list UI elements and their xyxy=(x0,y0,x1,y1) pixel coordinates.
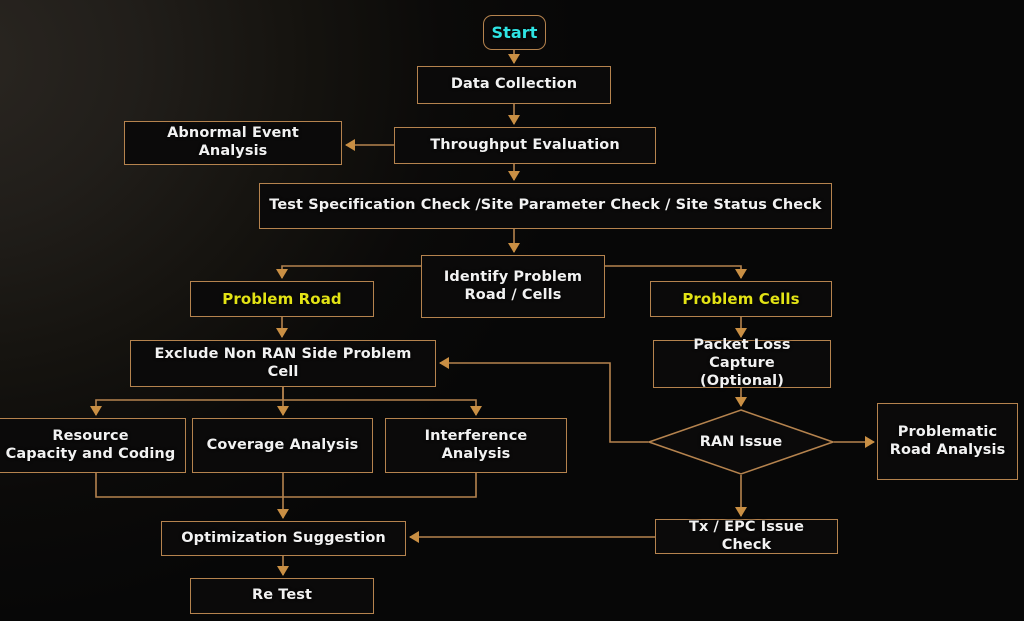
arrowhead-data-to-throughput xyxy=(508,115,520,125)
edge-identify-to-problemroad xyxy=(281,265,421,278)
node-label-packetloss: Packet Loss Capture (Optional) xyxy=(693,337,791,389)
node-resource[interactable]: Resource Capacity and Coding xyxy=(0,418,186,473)
flowchart-canvas: Start Data Collection Throughput Evaluatio… xyxy=(0,0,1024,621)
edge-identify-to-problemcells xyxy=(605,265,742,278)
node-ranissue[interactable]: RAN Issue xyxy=(648,409,834,475)
node-txepc[interactable]: Tx / EPC Issue Check xyxy=(655,519,838,554)
arrowhead-exclude-to-resource xyxy=(90,406,102,416)
node-abnormal[interactable]: Abnormal Event Analysis xyxy=(124,121,342,165)
node-label-txepc: Tx / EPC Issue Check xyxy=(688,518,805,553)
arrowhead-ranissue-to-txepc xyxy=(735,507,747,517)
node-label-start: Start xyxy=(491,22,538,42)
arrowhead-exclude-to-interference xyxy=(470,406,482,416)
node-packetloss[interactable]: Packet Loss Capture (Optional) xyxy=(653,337,831,389)
arrowhead-speccheck-to-identify xyxy=(508,243,520,253)
node-label-problemroad: Problem Road xyxy=(222,289,342,308)
arrowhead-start-to-data xyxy=(508,54,520,64)
arrowhead-txepc-to-optimization xyxy=(409,531,419,543)
node-label-throughput: Throughput Evaluation xyxy=(430,136,620,153)
edge-exclude-to-interference xyxy=(283,399,477,415)
edge-exclude-to-resource xyxy=(95,387,284,415)
arrowhead-exclude-to-coverage xyxy=(277,406,289,416)
node-identify[interactable]: Identify Problem Road / Cells xyxy=(421,255,605,318)
node-label-exclude: Exclude Non RAN Side Problem Cell xyxy=(154,345,412,380)
diamond-shape-ranissue xyxy=(648,409,834,475)
arrowhead-identify-to-problemcells xyxy=(735,269,747,279)
arrowhead-coverage-to-optimization xyxy=(277,509,289,519)
node-speccheck[interactable]: Test Specification Check /Site Parameter… xyxy=(259,183,832,229)
node-label-problematic: Problematic Road Analysis xyxy=(889,423,1006,458)
arrowhead-problemroad-to-exclude xyxy=(276,328,288,338)
node-start[interactable]: Start xyxy=(483,15,546,50)
node-label-optimization: Optimization Suggestion xyxy=(181,529,386,546)
node-problemroad[interactable]: Problem Road xyxy=(190,281,374,317)
arrowhead-packetloss-to-ranissue xyxy=(735,397,747,407)
node-label-problemcells: Problem Cells xyxy=(682,289,800,308)
node-label-data: Data Collection xyxy=(450,76,578,93)
arrowhead-ranissue-to-exclude xyxy=(439,357,449,369)
arrowhead-ranissue-to-problematic xyxy=(865,436,875,448)
node-problematic[interactable]: Problematic Road Analysis xyxy=(877,403,1018,480)
node-coverage[interactable]: Coverage Analysis xyxy=(192,418,373,473)
node-label-abnormal: Abnormal Event Analysis xyxy=(167,125,299,159)
edge-resource-to-merge xyxy=(95,473,283,498)
node-label-speccheck: Test Specification Check /Site Parameter… xyxy=(269,197,822,214)
node-problemcells[interactable]: Problem Cells xyxy=(650,281,832,317)
arrowhead-optimization-to-retest xyxy=(277,566,289,576)
node-exclude[interactable]: Exclude Non RAN Side Problem Cell xyxy=(130,340,436,387)
node-retest[interactable]: Re Test xyxy=(190,578,374,614)
node-data[interactable]: Data Collection xyxy=(417,66,611,104)
node-interference[interactable]: Interference Analysis xyxy=(385,418,567,473)
node-label-interference: Interference Analysis xyxy=(424,427,528,462)
node-optimization[interactable]: Optimization Suggestion xyxy=(161,521,406,556)
node-label-coverage: Coverage Analysis xyxy=(206,436,359,453)
arrowhead-identify-to-problemroad xyxy=(276,269,288,279)
node-label-retest: Re Test xyxy=(251,587,313,604)
edge-interference-to-merge xyxy=(283,473,477,498)
node-label-resource: Resource Capacity and Coding xyxy=(5,427,176,462)
arrowhead-throughput-to-speccheck xyxy=(508,171,520,181)
arrowhead-throughput-to-abnormal xyxy=(345,139,355,151)
node-label-identify: Identify Problem Road / Cells xyxy=(443,268,583,303)
node-throughput[interactable]: Throughput Evaluation xyxy=(394,127,656,164)
